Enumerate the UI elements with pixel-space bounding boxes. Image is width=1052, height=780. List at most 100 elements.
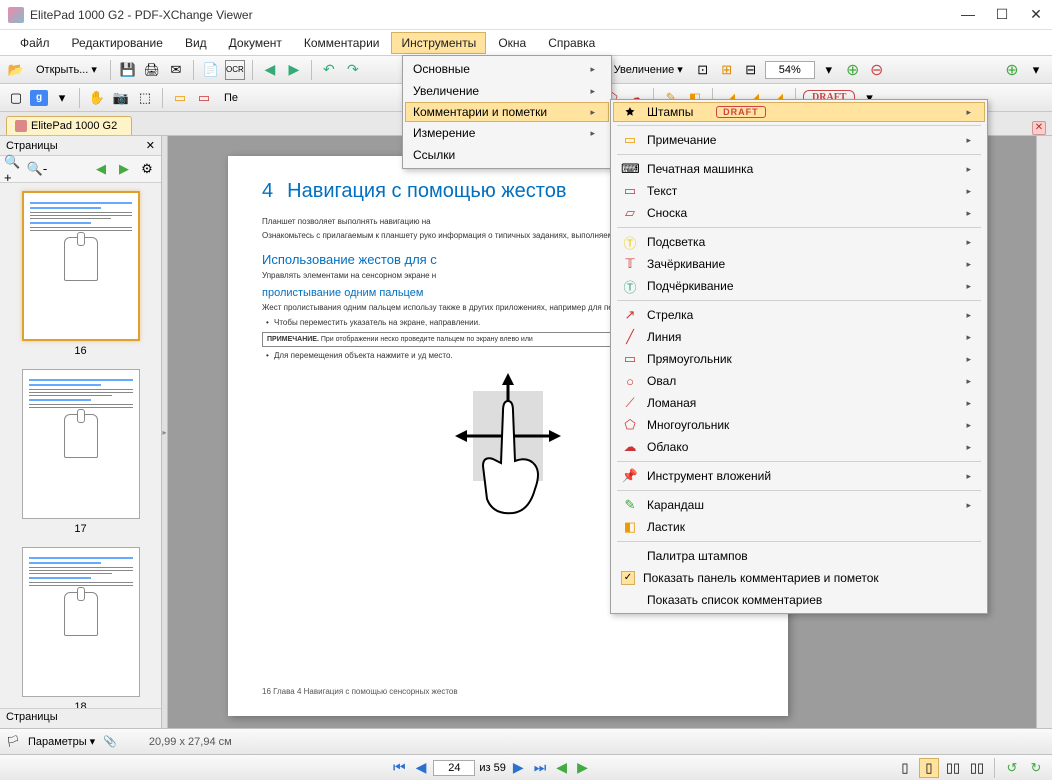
scan-icon[interactable]: 📄 xyxy=(201,60,221,80)
thumbnail-page-16[interactable]: 16 xyxy=(8,191,153,357)
rotate-cw-icon[interactable]: ↻ xyxy=(1026,758,1046,778)
menu-windows[interactable]: Окна xyxy=(488,32,536,54)
panel-close-icon[interactable]: ✕ xyxy=(146,139,155,152)
note-tool-icon[interactable]: ▭ xyxy=(170,88,190,108)
pencil-icon: ✎ xyxy=(621,497,639,513)
snapshot-icon[interactable]: 📷 xyxy=(111,88,131,108)
google-search-icon[interactable]: g xyxy=(30,90,48,106)
thumb-zoom-out-icon[interactable]: 🔍- xyxy=(27,159,47,179)
zoom-in-button[interactable]: ⊕ xyxy=(843,60,863,80)
back-button[interactable]: ◀ xyxy=(260,60,280,80)
menu-file[interactable]: Файл xyxy=(10,32,60,54)
submenu-highlight[interactable]: ⓉПодсветка▸ xyxy=(613,231,985,253)
submenu-oval[interactable]: ○Овал▸ xyxy=(613,370,985,392)
submenu-stamps[interactable]: 🟊Штампы DRAFT▸ xyxy=(613,102,985,122)
submenu-attachment[interactable]: 📌Инструмент вложений▸ xyxy=(613,465,985,487)
submenu-callout[interactable]: ▱Сноска▸ xyxy=(613,202,985,224)
submenu-cloud[interactable]: ☁Облако▸ xyxy=(613,436,985,458)
submenu-rect[interactable]: ▭Прямоугольник▸ xyxy=(613,348,985,370)
submenu-note[interactable]: ▭Примечание▸ xyxy=(613,129,985,151)
open-button[interactable]: Открыть... ▾ xyxy=(30,60,103,80)
highlight-icon: Ⓣ xyxy=(621,233,639,252)
options-button[interactable]: Параметры ▾ xyxy=(28,735,95,748)
close-button[interactable]: ✕ xyxy=(1028,6,1044,23)
menu-document[interactable]: Документ xyxy=(219,32,292,54)
ocr-icon[interactable]: OCR xyxy=(225,60,245,80)
menu-view[interactable]: Вид xyxy=(175,32,217,54)
maximize-button[interactable]: ☐ xyxy=(994,6,1010,23)
thumb-zoom-in-icon[interactable]: 🔍+ xyxy=(4,159,24,179)
submenu-palette[interactable]: Палитра штампов xyxy=(613,545,985,567)
thumbnail-page-17[interactable]: 17 xyxy=(8,369,153,535)
fit-page-icon[interactable]: ⊡ xyxy=(693,60,713,80)
actual-size-icon[interactable]: ⊟ xyxy=(741,60,761,80)
submenu-line[interactable]: ╱Линия▸ xyxy=(613,326,985,348)
layout-facing-icon[interactable]: ▯▯ xyxy=(943,758,963,778)
tools-comments[interactable]: Комментарии и пометки▸ xyxy=(405,102,609,122)
panel-footer: Страницы xyxy=(0,708,161,728)
submenu-eraser[interactable]: ◧Ластик xyxy=(613,516,985,538)
layout-continuous-icon[interactable]: ▯ xyxy=(919,758,939,778)
polygon-icon: ⬠ xyxy=(621,417,639,433)
app-icon xyxy=(8,7,24,23)
window-title: ElitePad 1000 G2 - PDF-XChange Viewer xyxy=(30,8,960,22)
save-icon[interactable]: 💾 xyxy=(118,60,138,80)
print-icon[interactable]: 🖨 xyxy=(142,60,162,80)
tab-close-button[interactable]: ✕ xyxy=(1032,121,1046,135)
zoom-out-button[interactable]: ⊖ xyxy=(867,60,887,80)
layout-single-icon[interactable]: ▯ xyxy=(895,758,915,778)
statusbar: 🏳 Параметры ▾ 📎 20,99 x 27,94 см xyxy=(0,728,1052,754)
email-icon[interactable]: ✉ xyxy=(166,60,186,80)
thumb-options-icon[interactable]: ⚙ xyxy=(137,159,157,179)
tools-links[interactable]: Ссылки xyxy=(405,144,609,166)
tab-label: ElitePad 1000 G2 xyxy=(31,120,117,132)
hand-tool-icon[interactable]: ✋ xyxy=(87,88,107,108)
pdf-icon xyxy=(15,120,27,132)
fit-width-icon[interactable]: ⊞ xyxy=(717,60,737,80)
submenu-show-list[interactable]: Показать список комментариев xyxy=(613,589,985,611)
attachment-icon[interactable]: 📎 xyxy=(103,735,117,748)
search-toggle[interactable]: ▢ xyxy=(6,88,26,108)
submenu-polygon[interactable]: ⬠Многоугольник▸ xyxy=(613,414,985,436)
submenu-show-panel[interactable]: ✓Показать панель комментариев и пометок xyxy=(613,567,985,589)
zoom-dropdown[interactable]: ▾ xyxy=(819,60,839,80)
tools-measure[interactable]: Измерение▸ xyxy=(405,122,609,144)
rectangle-icon: ▭ xyxy=(621,351,639,367)
forward-button[interactable]: ▶ xyxy=(284,60,304,80)
rotate-ccw-icon[interactable]: ↺ xyxy=(1002,758,1022,778)
minimize-button[interactable]: — xyxy=(960,6,976,23)
submenu-polyline[interactable]: ⟋Ломаная▸ xyxy=(613,392,985,414)
tools-zoom[interactable]: Увеличение▸ xyxy=(405,80,609,102)
checked-icon: ✓ xyxy=(621,571,635,585)
page-total-label: из 59 xyxy=(479,762,506,774)
submenu-pencil[interactable]: ✎Карандаш▸ xyxy=(613,494,985,516)
zoom-input[interactable] xyxy=(765,61,815,79)
document-tab[interactable]: ElitePad 1000 G2 xyxy=(6,116,132,135)
submenu-underline[interactable]: ⓉПодчёркивание▸ xyxy=(613,275,985,297)
menu-help[interactable]: Справка xyxy=(538,32,605,54)
redo-button[interactable]: ↷ xyxy=(343,60,363,80)
menu-tools[interactable]: Инструменты xyxy=(391,32,486,54)
typewriter-icon: ⌨ xyxy=(621,161,639,177)
add-button[interactable]: ⊕ xyxy=(1002,60,1022,80)
select-icon[interactable]: ⬚ xyxy=(135,88,155,108)
submenu-arrow[interactable]: ↗Стрелка▸ xyxy=(613,304,985,326)
thumbnail-page-18[interactable]: 18 xyxy=(8,547,153,708)
submenu-text[interactable]: ▭Текст▸ xyxy=(613,180,985,202)
toolbar-menu[interactable]: ▾ xyxy=(1026,60,1046,80)
search-dropdown[interactable]: ▾ xyxy=(52,88,72,108)
menu-edit[interactable]: Редактирование xyxy=(62,32,173,54)
thumb-prev-icon[interactable]: ◀ xyxy=(91,159,111,179)
flag-icon[interactable]: 🏳 xyxy=(6,735,20,748)
menu-comments[interactable]: Комментарии xyxy=(294,32,390,54)
eraser-icon: ◧ xyxy=(621,519,639,535)
submenu-strike[interactable]: 𝕋Зачёркивание▸ xyxy=(613,253,985,275)
thumb-next-icon[interactable]: ▶ xyxy=(114,159,134,179)
text-tool-icon[interactable]: ▭ xyxy=(194,88,214,108)
tools-basic[interactable]: Основные▸ xyxy=(405,58,609,80)
submenu-typewriter[interactable]: ⌨Печатная машинка▸ xyxy=(613,158,985,180)
vertical-scrollbar[interactable] xyxy=(1036,136,1052,728)
layout-facing-cont-icon[interactable]: ▯▯ xyxy=(967,758,987,778)
undo-button[interactable]: ↶ xyxy=(319,60,339,80)
open-icon[interactable]: 📂 xyxy=(6,60,26,80)
